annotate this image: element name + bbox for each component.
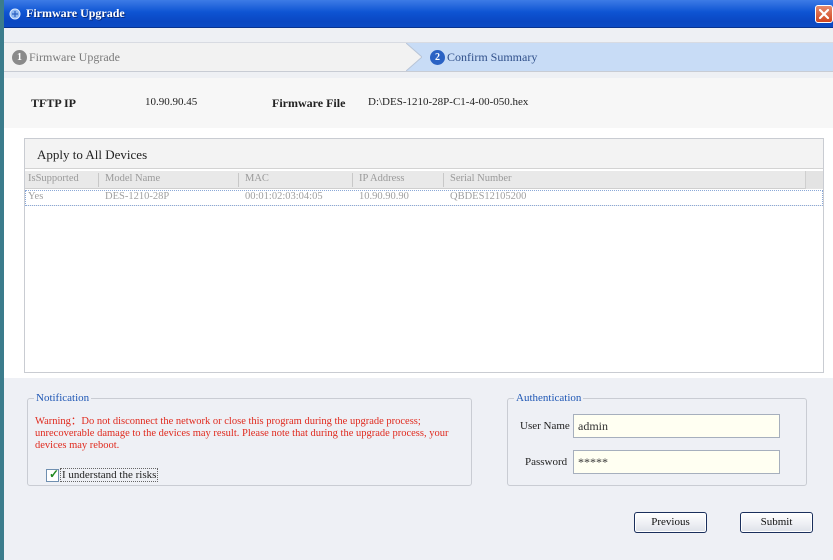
column-header-serial-number[interactable]: Serial Number (450, 173, 512, 184)
column-header-issupported[interactable]: IsSupported (28, 173, 79, 184)
firmware-file-label: Firmware File (272, 96, 346, 110)
column-separator[interactable] (352, 173, 353, 187)
column-header-model-name[interactable]: Model Name (105, 173, 160, 184)
risk-checkbox-label[interactable]: I understand the risks (59, 468, 159, 482)
cell-ip-address: 10.90.90.90 (359, 191, 409, 202)
warning-text: Warning：Do not disconnect the network or… (35, 416, 449, 451)
window-title: Firmware Upgrade (26, 6, 125, 20)
column-header-ip-address[interactable]: IP Address (359, 173, 404, 184)
wizard-steps: 1 Firmware Upgrade 2 Confirm Summary (4, 42, 833, 72)
device-grid: Apply to All Devices IsSupported Model N… (24, 138, 824, 373)
grid-header: IsSupported Model Name MAC IP Address Se… (25, 171, 823, 189)
notification-legend: Notification (36, 392, 90, 404)
summary-panel: TFTP IP 10.90.90.45 Firmware File D:\DES… (4, 78, 833, 378)
table-row[interactable]: Yes DES-1210-28P 00:01:02:03:04:05 10.90… (25, 190, 823, 206)
column-header-mac[interactable]: MAC (245, 173, 269, 184)
column-separator[interactable] (98, 173, 99, 187)
firmware-upgrade-window: Firmware Upgrade 1 Firmware Upgrade 2 Co… (4, 0, 833, 560)
authentication-legend: Authentication (516, 392, 582, 404)
username-label: User Name (520, 420, 570, 432)
upgrade-info: TFTP IP 10.90.90.45 Firmware File D:\DES… (4, 78, 833, 128)
notification-group: Notification Warning：Do not disconnect t… (27, 392, 472, 486)
risk-checkbox[interactable]: ✓ (46, 467, 60, 482)
app-icon (9, 8, 21, 20)
column-separator[interactable] (238, 173, 239, 187)
previous-button[interactable]: Previous (634, 512, 707, 533)
grid-title: Apply to All Devices (37, 147, 148, 162)
step-confirm-summary: 2 Confirm Summary (422, 43, 833, 71)
title-bar[interactable]: Firmware Upgrade (4, 0, 833, 28)
authentication-group: Authentication User Name Password (507, 392, 807, 486)
cell-model-name: DES-1210-28P (105, 191, 170, 202)
tftp-ip-label: TFTP IP (31, 96, 77, 110)
grid-title-bar: Apply to All Devices (25, 139, 823, 169)
password-label: Password (525, 456, 568, 468)
column-separator[interactable] (443, 173, 444, 187)
firmware-file-value: D:\DES-1210-28P-C1-4-00-050.hex (368, 96, 529, 108)
cell-serial-number: QBDES12105200 (450, 191, 527, 202)
submit-button[interactable]: Submit (740, 512, 813, 533)
step-firmware-upgrade: 1 Firmware Upgrade (4, 43, 406, 71)
step-arrow-icon (406, 43, 423, 71)
step-label: Confirm Summary (447, 50, 538, 64)
checkmark-icon: ✓ (49, 467, 60, 481)
close-button[interactable] (815, 5, 833, 23)
username-input[interactable] (573, 414, 780, 438)
cell-issupported: Yes (28, 191, 44, 202)
step-number: 2 (430, 50, 445, 65)
password-input[interactable] (573, 450, 780, 474)
step-number: 1 (12, 50, 27, 65)
bottom-panel: Notification Warning：Do not disconnect t… (4, 378, 833, 560)
tftp-ip-value: 10.90.90.45 (145, 96, 198, 108)
close-icon (818, 8, 830, 20)
grid-header-filler (805, 171, 823, 189)
cell-mac: 00:01:02:03:04:05 (245, 191, 323, 202)
step-label: Firmware Upgrade (29, 50, 120, 64)
